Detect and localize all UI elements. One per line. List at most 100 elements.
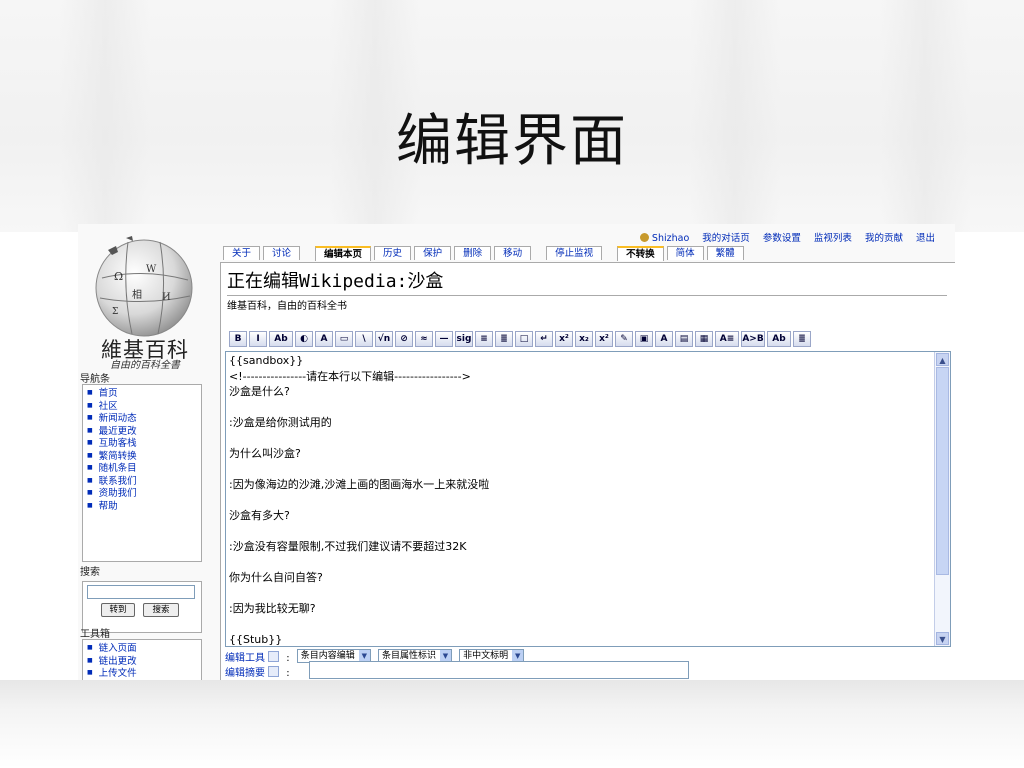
line-break-button[interactable]: ↵ (535, 331, 553, 347)
search-button[interactable]: 搜索 (143, 603, 179, 617)
search-input[interactable] (87, 585, 195, 599)
toolbox-item-upload[interactable]: 上传文件 (87, 667, 201, 680)
strike-button[interactable]: sig (455, 331, 473, 347)
list-button[interactable]: ≣ (793, 331, 811, 347)
heading-button[interactable]: A (315, 331, 333, 347)
edit-textarea[interactable]: {{sandbox}} <!----------------请在本行以下编辑--… (225, 351, 951, 647)
toolbox-item-whatlinkshere[interactable]: 链入页面 (87, 642, 201, 655)
superscript-button[interactable]: x² (555, 331, 573, 347)
tab-article[interactable]: 关于 (223, 246, 261, 260)
textarea-content: {{sandbox}} <!----------------请在本行以下编辑--… (229, 353, 929, 646)
summary-help-icon[interactable] (268, 666, 279, 677)
nowiki-button[interactable]: ⊘ (395, 331, 413, 347)
scroll-down-icon[interactable]: ▼ (936, 632, 949, 645)
subscript-button[interactable]: x₂ (575, 331, 593, 347)
tab-discussion[interactable]: 讨论 (263, 246, 301, 260)
svg-text:W: W (146, 264, 157, 275)
tab-traditional[interactable]: 繁體 (706, 246, 744, 260)
align-left-button[interactable]: ≡ (475, 331, 493, 347)
edit-tools-label[interactable]: 编辑工具 (225, 653, 265, 664)
tab-simplified[interactable]: 简体 (666, 246, 704, 260)
image-button[interactable]: ▭ (335, 331, 353, 347)
wikipedia-globe-logo[interactable]: Ω W 相 И Σ (88, 228, 198, 340)
small-superscript-button[interactable]: x² (595, 331, 613, 347)
editor-line: 你为什么自问自答? (229, 571, 323, 584)
logout-link[interactable]: 退出 (916, 233, 935, 244)
tab-no-conversion[interactable]: 不转换 (617, 246, 664, 261)
nav-item-contact[interactable]: 联系我们 (87, 475, 201, 488)
signature-button[interactable]: ≈ (415, 331, 433, 347)
tab-move[interactable]: 移动 (494, 246, 532, 260)
editor-line: 沙盒是什么? (229, 385, 290, 398)
spell-button[interactable]: Ab (767, 331, 791, 347)
tab-unwatch[interactable]: 停止监视 (546, 246, 603, 260)
tab-protect[interactable]: 保护 (414, 246, 452, 260)
math-button[interactable]: √n (375, 331, 393, 347)
tab-edit[interactable]: 编辑本页 (315, 246, 372, 261)
big-text-button[interactable]: A (655, 331, 673, 347)
nav-item-random[interactable]: 随机条目 (87, 462, 201, 475)
scroll-thumb[interactable] (936, 367, 949, 575)
nav-item-main[interactable]: 首页 (87, 387, 201, 400)
toolbox-heading: 工具箱 (80, 629, 110, 640)
textarea-scrollbar[interactable]: ▲ ▼ (934, 352, 950, 646)
horizontal-line-button[interactable]: — (435, 331, 453, 347)
external-link-button[interactable]: ◐ (295, 331, 313, 347)
navigation-portlet: 首页 社区 新闻动态 最近更改 互助客栈 繁简转换 随机条目 联系我们 资助我们… (82, 384, 202, 562)
user-name: Shizhao (651, 233, 690, 244)
tab-history[interactable]: 历史 (374, 246, 412, 260)
search-heading: 搜索 (80, 567, 100, 578)
media-button[interactable]: \ (355, 331, 373, 347)
personal-links: Shizhao 我的对话页 参数设置 监视列表 我的贡献 退出 (639, 230, 935, 244)
tab-delete[interactable]: 删除 (454, 246, 492, 260)
edit-toolbar: B I Ab ◐ A ▭ \ √n ⊘ ≈ — sig ≡ ≣ □ ↵ x² x₂ x² ✎ ▣ A ▤ ▦ A≡ A>B Ab ≣ (229, 331, 813, 349)
gallery-button[interactable]: ▣ (635, 331, 653, 347)
nav-item-help[interactable]: 帮助 (87, 500, 201, 513)
navigation-heading: 导航条 (80, 374, 110, 385)
table-button[interactable]: □ (515, 331, 533, 347)
summary-input[interactable] (309, 661, 689, 679)
svg-text:И: И (162, 292, 171, 303)
nav-item-village-pump[interactable]: 互助客栈 (87, 437, 201, 450)
reference-button[interactable]: ▦ (695, 331, 713, 347)
toolbox-item-related-changes[interactable]: 链出更改 (87, 655, 201, 668)
svg-text:Ω: Ω (114, 270, 123, 283)
italic-button[interactable]: I (249, 331, 267, 347)
nav-item-community[interactable]: 社区 (87, 400, 201, 413)
align-center-button[interactable]: ≣ (495, 331, 513, 347)
preferences-link[interactable]: 参数设置 (763, 233, 801, 244)
editor-line: {{sandbox}} (229, 354, 304, 367)
my-talk-link[interactable]: 我的对话页 (702, 233, 750, 244)
wiki-screenshot: Ω W 相 И Σ 維基百科 自由的百科全書 导航条 首页 社区 新闻动态 最近… (78, 224, 955, 680)
user-link[interactable]: Shizhao (639, 233, 690, 244)
replace-button[interactable]: A>B (741, 331, 765, 347)
template-button[interactable]: ▤ (675, 331, 693, 347)
internal-link-button[interactable]: Ab (269, 331, 293, 347)
non-chinese-select-value: 非中文标明 (463, 651, 509, 661)
nav-item-recent-changes[interactable]: 最近更改 (87, 425, 201, 438)
nav-item-conversion[interactable]: 繁简转换 (87, 450, 201, 463)
quote-button[interactable]: ✎ (615, 331, 633, 347)
nav-item-donate[interactable]: 资助我们 (87, 487, 201, 500)
watchlist-link[interactable]: 监视列表 (814, 233, 852, 244)
editor-line: {{Stub}} (229, 633, 283, 646)
summary-colon: : (286, 668, 290, 679)
go-button[interactable]: 转到 (101, 603, 135, 617)
logo-tagline: 自由的百科全書 (110, 360, 180, 371)
scroll-up-icon[interactable]: ▲ (936, 353, 949, 366)
page-heading: 正在编辑Wikipedia:沙盒 (227, 267, 947, 296)
edit-tools-toggle-icon[interactable] (268, 651, 279, 662)
my-contributions-link[interactable]: 我的贡献 (865, 233, 903, 244)
slide-title: 编辑界面 (396, 109, 628, 174)
bold-button[interactable]: B (229, 331, 247, 347)
svg-text:相: 相 (132, 288, 142, 301)
nav-item-news[interactable]: 新闻动态 (87, 412, 201, 425)
font-button[interactable]: A≡ (715, 331, 739, 347)
